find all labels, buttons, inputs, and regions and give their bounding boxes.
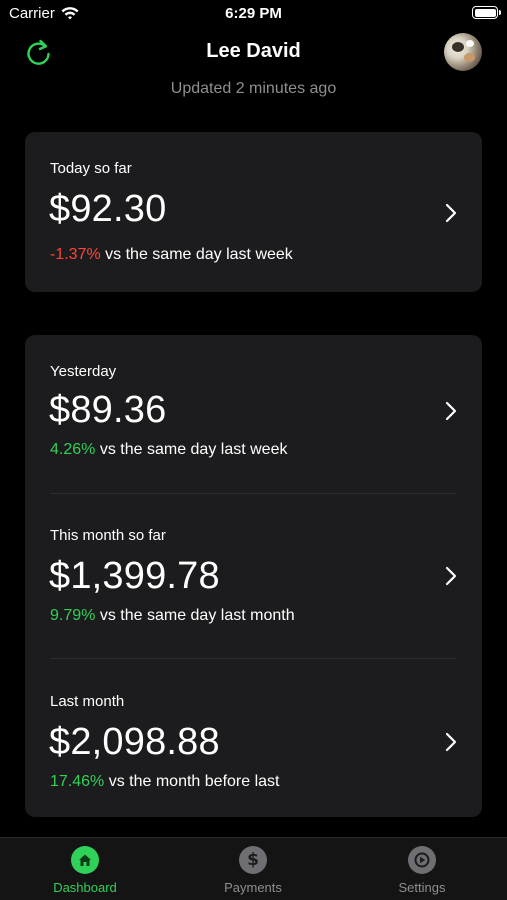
status-bar: Carrier 6:29 PM bbox=[0, 0, 507, 28]
tab-settings[interactable]: Settings bbox=[362, 846, 482, 895]
stat-row-today[interactable]: Today so far $92.30 -1.37% vs the same d… bbox=[25, 132, 482, 292]
tab-dashboard[interactable]: Dashboard bbox=[25, 846, 145, 895]
stat-row-this-month[interactable]: This month so far $1,399.78 9.79% vs the… bbox=[25, 501, 482, 661]
stat-comparison: -1.37% vs the same day last week bbox=[50, 246, 293, 264]
tab-bar: Dashboard $ Payments Settings bbox=[0, 837, 507, 900]
today-card: Today so far $92.30 -1.37% vs the same d… bbox=[25, 132, 482, 292]
period-stats-card: Yesterday $89.36 4.26% vs the same day l… bbox=[25, 335, 482, 817]
stat-comparison: 17.46% vs the month before last bbox=[50, 773, 279, 791]
tab-label: Dashboard bbox=[53, 880, 117, 895]
stat-row-yesterday[interactable]: Yesterday $89.36 4.26% vs the same day l… bbox=[25, 335, 482, 495]
tab-label: Settings bbox=[398, 880, 446, 895]
status-time: 6:29 PM bbox=[225, 5, 282, 22]
stat-value: $1,399.78 bbox=[49, 555, 220, 597]
dollar-icon: $ bbox=[239, 846, 267, 874]
stat-percent: -1.37% bbox=[50, 246, 101, 263]
stat-row-last-month[interactable]: Last month $2,098.88 17.46% vs the month… bbox=[25, 667, 482, 827]
stat-comparison-text: vs the same day last month bbox=[99, 607, 295, 624]
stat-label: Last month bbox=[50, 693, 125, 710]
stat-value: $92.30 bbox=[49, 188, 167, 230]
row-divider bbox=[50, 658, 457, 659]
header: Lee David Updated 2 minutes ago bbox=[0, 30, 507, 106]
stat-percent: 4.26% bbox=[50, 441, 96, 458]
stat-percent: 17.46% bbox=[50, 773, 105, 790]
settings-icon bbox=[408, 846, 436, 874]
stat-comparison-text: vs the same day last week bbox=[99, 441, 288, 458]
stat-comparison: 9.79% vs the same day last month bbox=[50, 607, 295, 625]
last-updated-text: Updated 2 minutes ago bbox=[170, 80, 337, 97]
stat-label: Today so far bbox=[50, 160, 132, 177]
stat-label: This month so far bbox=[50, 527, 166, 544]
stat-percent: 9.79% bbox=[50, 607, 96, 624]
avatar[interactable] bbox=[444, 33, 482, 71]
home-icon bbox=[71, 846, 99, 874]
stat-value: $89.36 bbox=[49, 389, 167, 431]
tab-label: Payments bbox=[224, 880, 282, 895]
row-divider bbox=[50, 493, 457, 494]
chevron-right-icon bbox=[445, 566, 457, 586]
stat-label: Yesterday bbox=[50, 363, 117, 380]
page-title: Lee David bbox=[206, 40, 301, 62]
stat-comparison: 4.26% vs the same day last week bbox=[50, 441, 287, 459]
tab-payments[interactable]: $ Payments bbox=[193, 846, 313, 895]
chevron-right-icon bbox=[445, 732, 457, 752]
battery-icon bbox=[472, 6, 501, 19]
stat-comparison-text: vs the month before last bbox=[108, 773, 280, 790]
stat-comparison-text: vs the same day last week bbox=[105, 246, 293, 263]
stat-value: $2,098.88 bbox=[49, 721, 220, 763]
chevron-right-icon bbox=[445, 401, 457, 421]
chevron-right-icon bbox=[445, 203, 457, 223]
